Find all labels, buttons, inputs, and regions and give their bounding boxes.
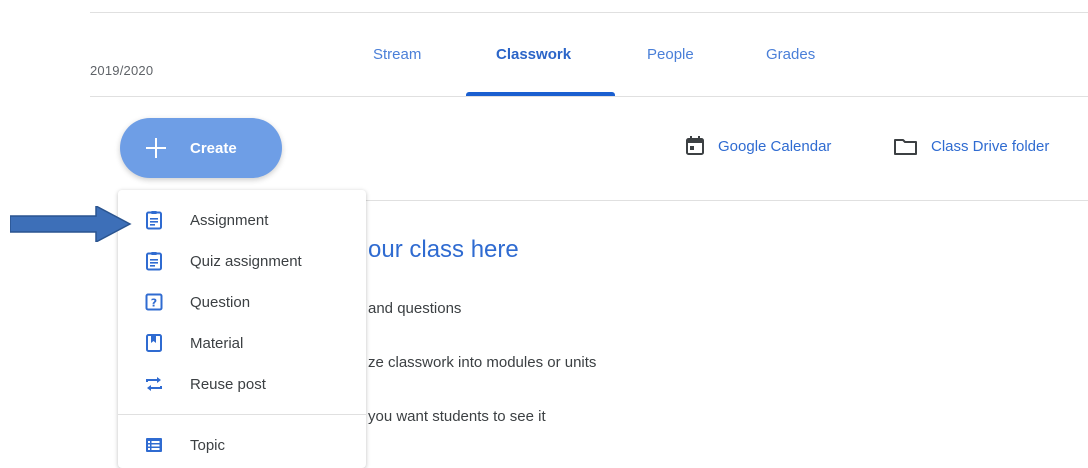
menu-item-label: Reuse post: [190, 375, 266, 393]
assignment-icon: [146, 211, 162, 230]
reuse-post-icon: [146, 377, 162, 391]
empty-state-line-3: you want students to see it: [368, 408, 546, 425]
question-icon: ?: [145, 293, 163, 311]
menu-item-assignment[interactable]: Assignment: [118, 200, 366, 240]
empty-state-line-2: ze classwork into modules or units: [368, 354, 597, 371]
pointer-arrow-icon: [10, 206, 132, 242]
svg-text:?: ?: [151, 297, 157, 310]
tab-divider: [90, 96, 1088, 97]
menu-item-label: Quiz assignment: [190, 252, 302, 270]
folder-icon: [894, 139, 917, 155]
menu-divider: [118, 414, 366, 415]
tab-bar: Stream Classwork People Grades: [0, 0, 1088, 97]
create-button[interactable]: Create: [120, 118, 282, 178]
menu-item-reuse-post[interactable]: Reuse post: [118, 364, 366, 404]
class-drive-folder-label: Class Drive folder: [931, 137, 1050, 155]
topic-icon: [146, 438, 162, 452]
menu-item-topic[interactable]: Topic: [118, 425, 366, 465]
calendar-icon: [686, 136, 704, 155]
tab-people[interactable]: People: [647, 46, 694, 63]
menu-item-label: Topic: [190, 436, 226, 454]
google-calendar-link[interactable]: Google Calendar: [684, 135, 831, 157]
menu-item-material[interactable]: Material: [118, 323, 366, 363]
menu-item-question[interactable]: ? Question: [118, 282, 366, 322]
tab-grades[interactable]: Grades: [766, 46, 815, 63]
create-button-label: Create: [190, 139, 237, 157]
plus-icon: [146, 138, 166, 158]
class-drive-folder-link[interactable]: Class Drive folder: [893, 135, 1049, 157]
tab-classwork[interactable]: Classwork: [496, 46, 571, 63]
empty-state-line-1: and questions: [368, 300, 462, 317]
content-divider: [340, 200, 1088, 201]
menu-item-quiz-assignment[interactable]: Quiz assignment: [118, 241, 366, 281]
google-calendar-label: Google Calendar: [718, 137, 832, 155]
tab-stream[interactable]: Stream: [373, 46, 421, 63]
empty-state-title: our class here: [368, 236, 519, 263]
create-menu: Assignment Quiz assignment ? Question Ma…: [118, 190, 366, 468]
material-icon: [146, 334, 162, 352]
menu-item-label: Question: [190, 293, 251, 311]
menu-item-label: Assignment: [190, 211, 269, 229]
menu-item-label: Material: [190, 334, 244, 352]
quiz-assignment-icon: [146, 252, 162, 271]
